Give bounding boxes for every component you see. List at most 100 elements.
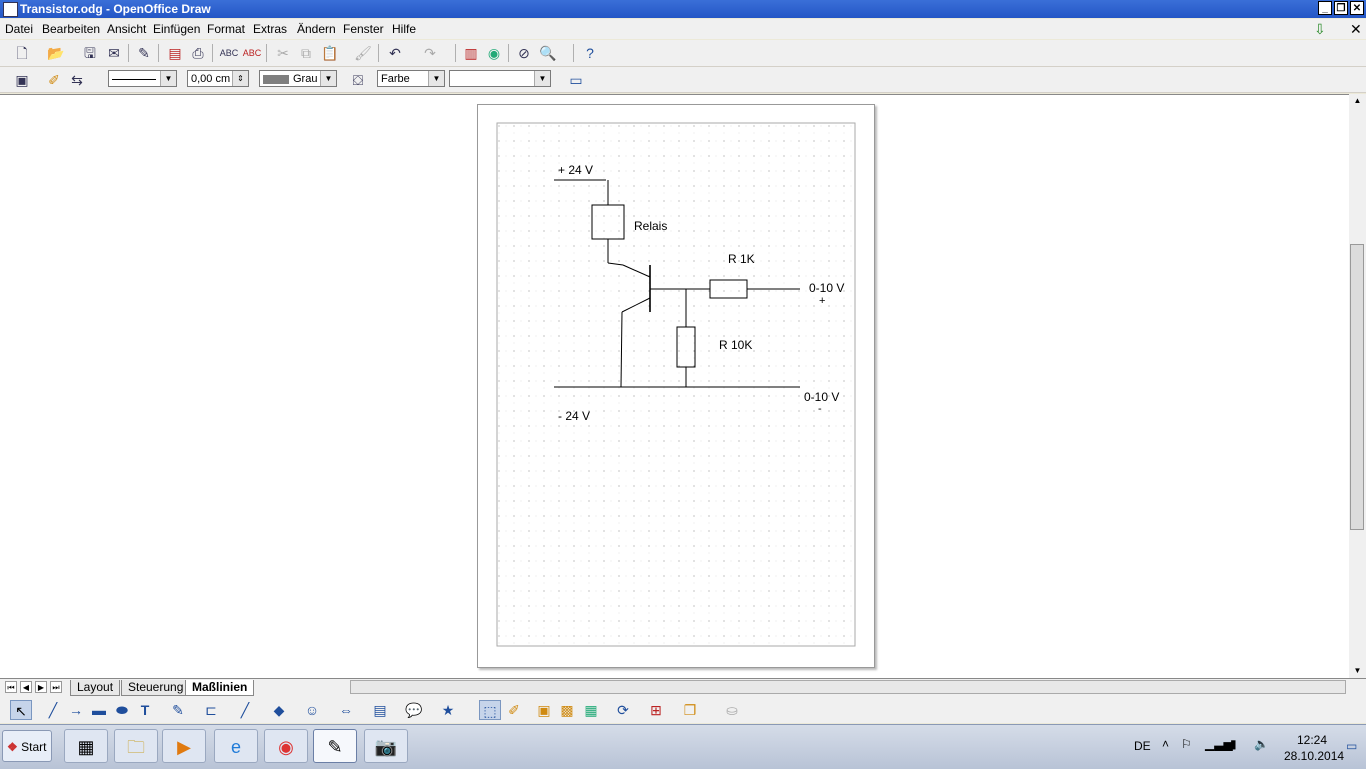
block-arrows-icon[interactable]: ⇔ <box>335 700 357 720</box>
connector-icon[interactable]: ⊏ <box>200 700 222 720</box>
gallery-icon-draw[interactable]: ▦ <box>580 700 602 720</box>
menu-datei[interactable]: Datei <box>5 22 33 36</box>
network-signal-icon[interactable]: ▁▃▅ <box>1205 737 1233 751</box>
redo-icon[interactable]: ↷ <box>420 43 440 63</box>
chrome-taskbar-icon[interactable]: ◉ <box>264 729 308 763</box>
openoffice-taskbar-icon[interactable]: ✎ <box>313 729 357 763</box>
navigator-icon[interactable]: ⊘ <box>514 43 534 63</box>
power-icon[interactable]: ▮ <box>1230 737 1237 751</box>
show-hidden-icons-icon[interactable]: ˄ <box>1162 737 1169 751</box>
show-desktop-icon[interactable]: ▭ <box>1346 739 1357 753</box>
copy-icon[interactable]: ⧉ <box>296 43 316 63</box>
last-tab-icon[interactable]: ⏭ <box>50 681 62 693</box>
clock-date[interactable]: 28.10.2014 <box>1284 749 1344 763</box>
menu-ansicht[interactable]: Ansicht <box>107 22 146 36</box>
from-file-icon[interactable]: ▩ <box>556 700 578 720</box>
close-button[interactable]: ✕ <box>1350 1 1364 15</box>
edit-file-icon[interactable]: ✎ <box>134 43 154 63</box>
first-tab-icon[interactable]: ⏮ <box>5 681 17 693</box>
chart-icon[interactable]: ▥ <box>461 43 481 63</box>
glue-points-icon[interactable]: ✐ <box>503 700 525 720</box>
update-download-icon[interactable]: ⇩ <box>1314 21 1326 38</box>
line-icon-tool[interactable]: ✐ <box>44 70 64 90</box>
shadow-icon[interactable]: ▭ <box>566 70 586 90</box>
help-icon[interactable]: ? <box>580 43 600 63</box>
export-pdf-icon[interactable]: ▤ <box>165 43 185 63</box>
area-style-select[interactable]: Farbe ▼ <box>377 70 445 87</box>
points-icon[interactable]: ⬚ <box>479 700 501 720</box>
scroll-thumb[interactable] <box>1350 244 1364 530</box>
next-tab-icon[interactable]: ▶ <box>35 681 47 693</box>
menu-bearbeiten[interactable]: Bearbeiten <box>42 22 100 36</box>
close-document-button[interactable]: ✕ <box>1350 21 1362 38</box>
internet-explorer-taskbar-icon[interactable]: e <box>214 729 258 763</box>
basic-shapes-icon[interactable]: ◆ <box>268 700 290 720</box>
extrusion-icon[interactable]: ⛀ <box>721 700 743 720</box>
rotate-icon[interactable]: ⟳ <box>612 700 634 720</box>
stars-icon[interactable]: ★ <box>437 700 459 720</box>
drawing-workspace[interactable]: + 24 V Relais R 1K 0-10 V + R 10K 0-10 V… <box>0 94 1349 679</box>
symbol-shapes-icon[interactable]: ☺ <box>301 700 323 720</box>
explorer-taskbar-icon[interactable]: 🗀 <box>114 729 158 763</box>
schematic-canvas[interactable]: + 24 V Relais R 1K 0-10 V + R 10K 0-10 V… <box>478 105 874 667</box>
curve-icon[interactable]: ✎ <box>167 700 189 720</box>
zoom-icon[interactable]: 🔍 <box>538 43 558 63</box>
undo-icon[interactable]: ↶ <box>385 43 405 63</box>
menu-aendern[interactable]: Ändern <box>297 22 336 36</box>
text-icon[interactable]: T <box>134 700 156 720</box>
arrow-style-icon[interactable]: ⇆ <box>67 70 87 90</box>
menu-einfuegen[interactable]: Einfügen <box>153 22 200 36</box>
language-indicator[interactable]: DE <box>1134 739 1151 753</box>
winrar-taskbar-icon[interactable]: ▦ <box>64 729 108 763</box>
menu-extras[interactable]: Extras <box>253 22 287 36</box>
scroll-up-icon[interactable]: ▲ <box>1349 94 1366 108</box>
line-style-select[interactable]: ▼ <box>108 70 177 87</box>
spellcheck-icon[interactable]: ABC <box>219 43 239 63</box>
save-icon[interactable]: 🖫 <box>80 43 100 63</box>
area-icon[interactable]: ⛋ <box>348 70 368 90</box>
open-folder-icon[interactable]: 📂 <box>46 43 66 63</box>
clock-time[interactable]: 12:24 <box>1297 733 1327 747</box>
align-icon[interactable]: ⊞ <box>645 700 667 720</box>
volume-icon[interactable]: 🔈 <box>1254 737 1269 751</box>
start-button[interactable]: ❖ Start <box>2 730 52 762</box>
line-color-select[interactable]: Grau ▼ <box>259 70 337 87</box>
ellipse-icon[interactable]: ⬬ <box>111 700 133 720</box>
tab-masslinien[interactable]: Maßlinien <box>185 680 255 696</box>
gallery-icon[interactable]: ◉ <box>484 43 504 63</box>
camera-taskbar-icon[interactable]: 📷 <box>364 729 408 763</box>
cut-icon[interactable]: ✂ <box>273 43 293 63</box>
email-icon[interactable]: ✉ <box>104 43 124 63</box>
minimize-button[interactable]: _ <box>1318 1 1332 15</box>
tab-steuerung[interactable]: Steuerung <box>121 680 191 696</box>
scroll-down-icon[interactable]: ▼ <box>1349 664 1366 678</box>
menu-fenster[interactable]: Fenster <box>343 22 384 36</box>
media-player-taskbar-icon[interactable]: ▶ <box>162 729 206 763</box>
print-icon[interactable]: ⎙ <box>188 43 208 63</box>
area-fill-select[interactable]: ▼ <box>449 70 551 87</box>
fontwork-icon[interactable]: ▣ <box>533 700 555 720</box>
line-width-field[interactable]: 0,00 cm ⇕ <box>187 70 249 87</box>
action-center-flag-icon[interactable]: ⚐ <box>1181 737 1192 751</box>
menu-format[interactable]: Format <box>207 22 245 36</box>
restore-button[interactable]: ❐ <box>1334 1 1348 15</box>
line-icon[interactable]: ╱ <box>42 700 64 720</box>
drawing-page[interactable]: + 24 V Relais R 1K 0-10 V + R 10K 0-10 V… <box>477 104 875 668</box>
flowchart-icon[interactable]: ▤ <box>369 700 391 720</box>
spinner-icon[interactable]: ⇕ <box>232 71 248 86</box>
tab-layout[interactable]: Layout <box>70 680 121 696</box>
clone-format-icon[interactable]: 🖌 <box>353 43 373 63</box>
paste-icon[interactable]: 📋 <box>320 43 340 63</box>
lines-arrows-icon[interactable]: ╱ <box>234 700 256 720</box>
select-arrow-icon[interactable]: ↖ <box>10 700 32 720</box>
horizontal-scrollbar[interactable] <box>350 680 1346 694</box>
rectangle-icon[interactable]: ▬ <box>88 700 110 720</box>
new-document-icon[interactable]: 🗋 <box>12 43 32 63</box>
vertical-scrollbar[interactable]: ▲ ▼ <box>1349 94 1366 678</box>
prev-tab-icon[interactable]: ◀ <box>20 681 32 693</box>
callouts-icon[interactable]: 💬 <box>403 700 425 720</box>
menu-hilfe[interactable]: Hilfe <box>392 22 416 36</box>
line-arrow-icon[interactable]: → <box>65 700 87 720</box>
styles-icon[interactable]: ▣ <box>12 70 32 90</box>
arrange-icon[interactable]: ❐ <box>679 700 701 720</box>
